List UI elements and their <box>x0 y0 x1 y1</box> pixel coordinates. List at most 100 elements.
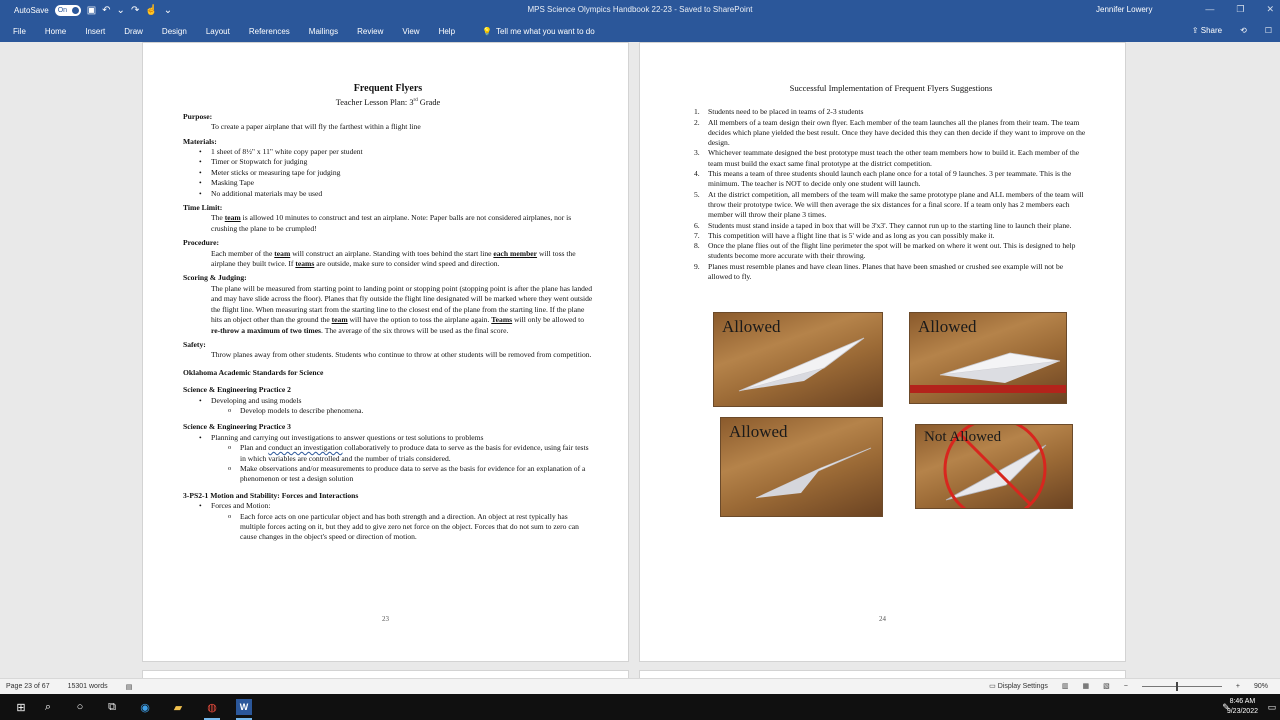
search-icon[interactable]: ⌕ <box>40 699 56 715</box>
purpose-heading: Purpose: <box>183 111 213 121</box>
photo-label: Allowed <box>729 422 788 441</box>
tab-insert[interactable]: Insert <box>85 27 105 36</box>
zoom-in-icon[interactable]: + <box>1236 683 1240 690</box>
tab-design[interactable]: Design <box>162 27 187 36</box>
list-item: Develop models to describe phenomena. <box>183 406 593 417</box>
list-item: 9. Planes must resemble planes and have c… <box>694 261 1064 282</box>
tab-draw[interactable]: Draw <box>124 27 143 36</box>
not-allowed-plane-photo[interactable]: Not Allowed <box>915 424 1073 509</box>
zoom-slider[interactable] <box>1141 681 1222 691</box>
photo-label: Not Allowed <box>924 429 1002 445</box>
practice-3-heading: Science & Engineering Practice 3 <box>183 422 291 432</box>
share-icon: ⇪ <box>1191 26 1201 35</box>
page-number: 24 <box>879 615 886 623</box>
page-24[interactable]: Successful Implementation of Frequent Fl… <box>639 42 1126 662</box>
practice-3-list: Planning and carrying out investigations… <box>183 433 593 485</box>
ribbon-tabs: File Home Insert Draw Design Layout Refe… <box>0 22 1280 42</box>
list-item: Timer or Stopwatch for judging <box>183 157 593 168</box>
ps2-list: Forces and Motion: Each force acts on on… <box>183 501 593 543</box>
tell-me-search[interactable]: 💡 Tell me what you want to do <box>482 27 595 36</box>
tab-layout[interactable]: Layout <box>206 27 230 36</box>
clock-time: 8:46 AM <box>1229 698 1256 705</box>
chrome-icon[interactable]: ◍ <box>204 699 220 720</box>
system-clock[interactable]: 8:46 AM 9/23/2022 <box>1227 697 1258 717</box>
close-icon[interactable]: ✕ <box>1266 4 1274 15</box>
tab-help[interactable]: Help <box>439 27 455 36</box>
tab-review[interactable]: Review <box>357 27 383 36</box>
list-item: 1 sheet of 8½" x 11" white copy paper pe… <box>183 147 593 158</box>
task-view-icon[interactable]: ⧉ <box>104 699 120 715</box>
word-icon[interactable]: W <box>236 699 252 720</box>
time-limit-heading: Time Limit: <box>183 203 223 213</box>
share-button[interactable]: ⇪ Share <box>1192 26 1222 35</box>
list-item: Planning and carrying out investigations… <box>183 433 593 444</box>
list-item: 8. Once the plane flies out of the flight… <box>694 241 1076 261</box>
zoom-out-icon[interactable]: − <box>1124 683 1128 690</box>
cortana-icon[interactable]: ○ <box>72 699 88 715</box>
suggestions-title: Successful Implementation of Frequent Fl… <box>789 83 993 93</box>
title-bar: AutoSave On ▣ ↶ ⌄ ↷ ☝ ⌄ MPS Science Olym… <box>0 0 1280 22</box>
share-label: Share <box>1200 26 1223 35</box>
list-item: Make observations and/or measurements to… <box>183 464 593 485</box>
user-name[interactable]: Jennifer Lowery <box>1096 5 1152 14</box>
clock-date: 9/23/2022 <box>1226 708 1258 715</box>
page-number: 23 <box>382 615 389 623</box>
tab-view[interactable]: View <box>402 27 419 36</box>
list-item: 5. At the district competition, all membe… <box>694 189 1084 220</box>
materials-heading: Materials: <box>183 136 217 146</box>
lightbulb-icon: 💡 <box>482 27 492 36</box>
list-item: 6. Students must stand inside a taped in … <box>694 220 1072 230</box>
allowed-plane-photo-2[interactable]: Allowed <box>909 312 1067 404</box>
comments-icon[interactable]: ☐ <box>1265 26 1272 35</box>
list-item: 1. Students need to be placed in teams of… <box>694 107 864 117</box>
tab-mailings[interactable]: Mailings <box>309 27 338 36</box>
document-canvas[interactable]: Frequent Flyers Teacher Lesson Plan: 3rd… <box>0 42 1280 678</box>
allowed-plane-photo-1[interactable]: Allowed <box>713 312 883 407</box>
suggestions-list: 1. Students need to be placed in teams of… <box>694 107 1086 282</box>
list-item: 2. All members of a team design their own… <box>694 117 1086 148</box>
safety-heading: Safety: <box>183 339 206 349</box>
read-mode-icon[interactable]: ▥ <box>1062 682 1069 690</box>
display-settings-button[interactable]: ▭ Display Settings <box>989 682 1048 690</box>
edge-icon[interactable]: ◉ <box>137 699 153 715</box>
display-settings-label: Display Settings <box>997 683 1048 690</box>
scoring-heading: Scoring & Judging: <box>183 273 247 283</box>
minimize-icon[interactable]: — <box>1205 4 1214 15</box>
standards-heading: Oklahoma Academic Standards for Science <box>183 367 324 377</box>
windows-start-icon[interactable]: ⊞ <box>13 699 29 715</box>
maximize-icon[interactable]: ❐ <box>1236 4 1244 15</box>
list-item: Meter sticks or measuring tape for judgi… <box>183 168 593 179</box>
history-icon[interactable]: ⟲ <box>1240 26 1247 35</box>
list-item: Plan and conduct an investigation collab… <box>183 443 593 464</box>
tab-file[interactable]: File <box>13 27 26 36</box>
photo-label: Allowed <box>722 317 781 336</box>
print-layout-icon[interactable]: ▦ <box>1083 682 1090 690</box>
notifications-icon[interactable]: ▭ <box>1264 699 1280 715</box>
materials-list: 1 sheet of 8½" x 11" white copy paper pe… <box>183 147 593 199</box>
web-layout-icon[interactable]: ▧ <box>1103 682 1110 690</box>
procedure-heading: Procedure: <box>183 238 219 248</box>
word-count[interactable]: 15301 words <box>68 683 108 691</box>
list-item: 7. This competition will have a flight li… <box>694 230 995 240</box>
list-item: Forces and Motion: <box>183 501 593 512</box>
photo-label: Allowed <box>918 317 977 336</box>
practice-2-heading: Science & Engineering Practice 2 <box>183 385 291 395</box>
list-item: 4. This means a team of three students sh… <box>694 169 1072 189</box>
time-limit-text: The team is allowed 10 minutes to constr… <box>211 213 572 233</box>
practice-2-list: Developing and using models Develop mode… <box>183 396 593 417</box>
file-explorer-icon[interactable]: ▰ <box>170 699 186 715</box>
lesson-subtitle: Teacher Lesson Plan: 3rd Grade <box>335 97 441 107</box>
zoom-level[interactable]: 90% <box>1254 683 1268 690</box>
document-title: MPS Science Olympics Handbook 22-23 - Sa… <box>527 5 753 14</box>
tell-me-label: Tell me what you want to do <box>495 27 595 36</box>
tab-home[interactable]: Home <box>45 27 66 36</box>
tab-references[interactable]: References <box>249 27 290 36</box>
allowed-plane-photo-3[interactable]: Allowed <box>720 417 883 517</box>
page-count[interactable]: Page 23 of 67 <box>6 683 50 691</box>
safety-text: Throw planes away from other students. S… <box>211 350 592 360</box>
proofing-icon[interactable]: ▤ <box>126 683 133 691</box>
scoring-text: The plane will be measured from starting… <box>211 283 593 335</box>
windows-taskbar: ⊞ ⌕ ○ ⧉ ◉ ▰ ◍ W ✎ 8:46 AM 9/23/2022 ▭ <box>0 694 1280 720</box>
page-23[interactable]: Frequent Flyers Teacher Lesson Plan: 3rd… <box>142 42 629 662</box>
purpose-text: To create a paper airplane that will fly… <box>211 122 421 132</box>
